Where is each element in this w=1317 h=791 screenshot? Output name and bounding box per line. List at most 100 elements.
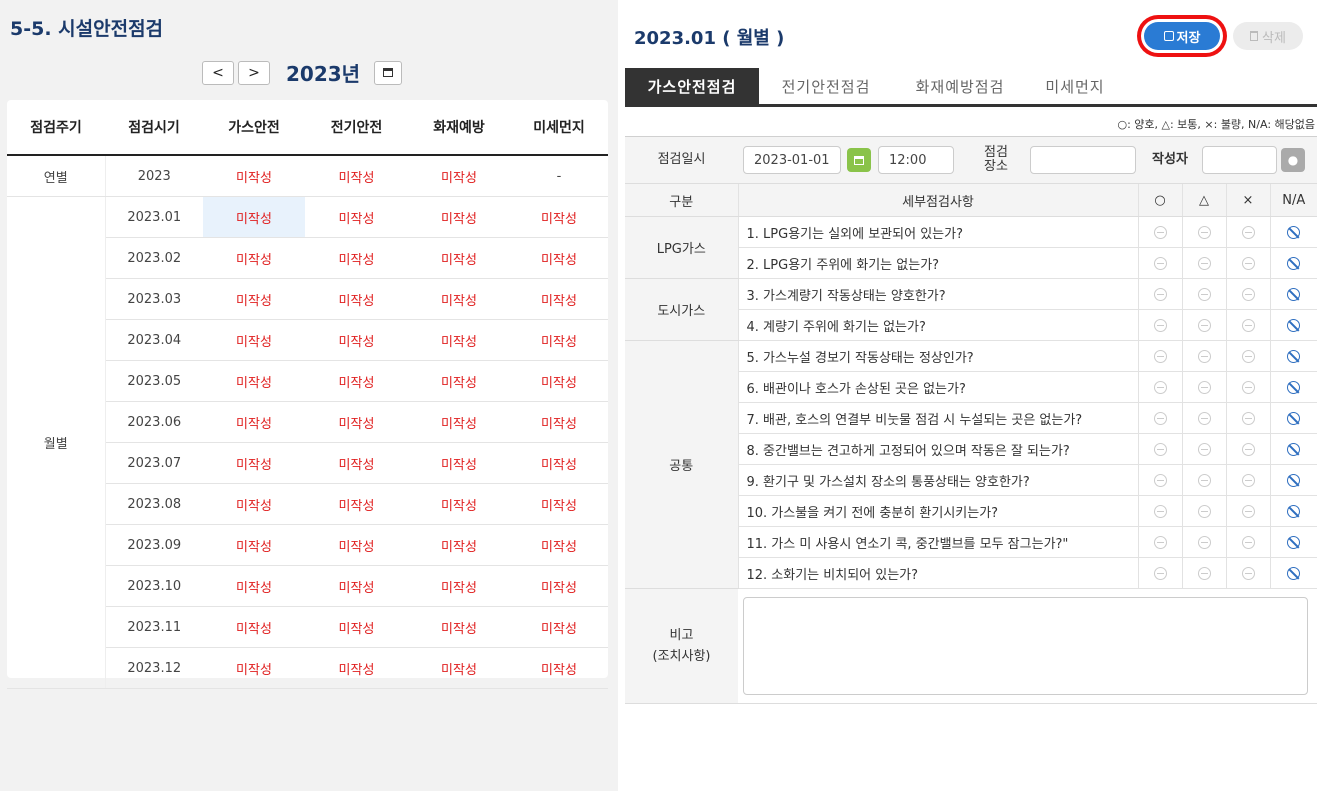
gas-status-cell[interactable]: 미작성 bbox=[203, 155, 305, 197]
rating-fair-radio[interactable] bbox=[1181, 216, 1226, 248]
gas-status-cell[interactable]: 미작성 bbox=[203, 319, 305, 361]
gas-status-cell[interactable]: 미작성 bbox=[203, 524, 305, 566]
electric-status-cell[interactable]: 미작성 bbox=[305, 360, 408, 402]
tab-fire-prevention[interactable]: 화재예방점검 bbox=[893, 68, 1027, 104]
gas-status-cell[interactable]: 미작성 bbox=[203, 565, 305, 607]
fire-status-cell[interactable]: 미작성 bbox=[408, 196, 510, 238]
rating-na-radio[interactable] bbox=[1269, 247, 1317, 279]
fire-status-cell[interactable]: 미작성 bbox=[408, 483, 510, 525]
rating-bad-radio[interactable] bbox=[1225, 278, 1270, 310]
rating-fair-radio[interactable] bbox=[1181, 278, 1226, 310]
rating-na-radio[interactable] bbox=[1269, 278, 1317, 310]
rating-good-radio[interactable] bbox=[1137, 247, 1182, 279]
rating-bad-radio[interactable] bbox=[1225, 526, 1270, 558]
rating-fair-radio[interactable] bbox=[1181, 495, 1226, 527]
year-calendar-button[interactable] bbox=[374, 60, 403, 85]
electric-status-cell[interactable]: 미작성 bbox=[305, 606, 408, 648]
rating-good-radio[interactable] bbox=[1137, 495, 1182, 527]
dust-status-cell[interactable]: 미작성 bbox=[510, 237, 608, 279]
fire-status-cell[interactable]: 미작성 bbox=[408, 237, 510, 279]
gas-status-cell[interactable]: 미작성 bbox=[203, 401, 305, 443]
rating-na-radio[interactable] bbox=[1269, 340, 1317, 372]
date-picker-button[interactable] bbox=[847, 148, 871, 172]
fire-status-cell[interactable]: 미작성 bbox=[408, 565, 510, 607]
rating-na-radio[interactable] bbox=[1269, 526, 1317, 558]
rating-good-radio[interactable] bbox=[1137, 371, 1182, 403]
gas-status-cell[interactable]: 미작성 bbox=[203, 237, 305, 279]
rating-fair-radio[interactable] bbox=[1181, 557, 1226, 589]
fire-status-cell[interactable]: 미작성 bbox=[408, 524, 510, 566]
electric-status-cell[interactable]: 미작성 bbox=[305, 524, 408, 566]
time-field[interactable]: 12:00 bbox=[878, 146, 954, 174]
place-field[interactable] bbox=[1030, 146, 1136, 174]
fire-status-cell[interactable]: 미작성 bbox=[408, 401, 510, 443]
dust-status-cell[interactable]: 미작성 bbox=[510, 606, 608, 648]
delete-button[interactable]: 삭제 bbox=[1233, 22, 1303, 50]
date-field[interactable]: 2023-01-01 bbox=[743, 146, 841, 174]
rating-na-radio[interactable] bbox=[1269, 433, 1317, 465]
electric-status-cell[interactable]: 미작성 bbox=[305, 278, 408, 320]
rating-na-radio[interactable] bbox=[1269, 495, 1317, 527]
rating-good-radio[interactable] bbox=[1137, 557, 1182, 589]
electric-status-cell[interactable]: 미작성 bbox=[305, 442, 408, 484]
electric-status-cell[interactable]: 미작성 bbox=[305, 565, 408, 607]
electric-status-cell[interactable]: 미작성 bbox=[305, 483, 408, 525]
rating-bad-radio[interactable] bbox=[1225, 433, 1270, 465]
rating-bad-radio[interactable] bbox=[1225, 495, 1270, 527]
rating-bad-radio[interactable] bbox=[1225, 557, 1270, 589]
electric-status-cell[interactable]: 미작성 bbox=[305, 401, 408, 443]
rating-fair-radio[interactable] bbox=[1181, 464, 1226, 496]
rating-na-radio[interactable] bbox=[1269, 557, 1317, 589]
gas-status-cell[interactable]: 미작성 bbox=[203, 647, 305, 689]
dust-status-cell[interactable]: 미작성 bbox=[510, 647, 608, 689]
rating-bad-radio[interactable] bbox=[1225, 340, 1270, 372]
rating-na-radio[interactable] bbox=[1269, 402, 1317, 434]
dust-status-cell[interactable]: 미작성 bbox=[510, 524, 608, 566]
gas-status-cell[interactable]: 미작성 bbox=[203, 483, 305, 525]
prev-year-button[interactable]: < bbox=[202, 60, 234, 85]
dust-status-cell[interactable]: 미작성 bbox=[510, 196, 608, 238]
rating-na-radio[interactable] bbox=[1269, 464, 1317, 496]
user-search-icon[interactable]: ● bbox=[1281, 148, 1305, 172]
electric-status-cell[interactable]: 미작성 bbox=[305, 319, 408, 361]
electric-status-cell[interactable]: 미작성 bbox=[305, 155, 408, 197]
writer-field[interactable] bbox=[1202, 146, 1277, 174]
rating-fair-radio[interactable] bbox=[1181, 247, 1226, 279]
dust-status-cell[interactable]: 미작성 bbox=[510, 278, 608, 320]
tab-fine-dust[interactable]: 미세먼지 bbox=[1027, 68, 1123, 104]
fire-status-cell[interactable]: 미작성 bbox=[408, 360, 510, 402]
electric-status-cell[interactable]: 미작성 bbox=[305, 196, 408, 238]
rating-good-radio[interactable] bbox=[1137, 216, 1182, 248]
gas-status-cell[interactable]: 미작성 bbox=[203, 278, 305, 320]
rating-fair-radio[interactable] bbox=[1181, 433, 1226, 465]
rating-good-radio[interactable] bbox=[1137, 278, 1182, 310]
rating-bad-radio[interactable] bbox=[1225, 464, 1270, 496]
rating-bad-radio[interactable] bbox=[1225, 402, 1270, 434]
gas-status-cell[interactable]: 미작성 bbox=[203, 196, 305, 238]
fire-status-cell[interactable]: 미작성 bbox=[408, 319, 510, 361]
rating-na-radio[interactable] bbox=[1269, 216, 1317, 248]
tab-gas-safety[interactable]: 가스안전점검 bbox=[625, 68, 759, 104]
gas-status-cell[interactable]: 미작성 bbox=[203, 606, 305, 648]
rating-good-radio[interactable] bbox=[1137, 340, 1182, 372]
rating-bad-radio[interactable] bbox=[1225, 216, 1270, 248]
gas-status-cell[interactable]: 미작성 bbox=[203, 360, 305, 402]
electric-status-cell[interactable]: 미작성 bbox=[305, 647, 408, 689]
tab-electric-safety[interactable]: 전기안전점검 bbox=[759, 68, 893, 104]
rating-good-radio[interactable] bbox=[1137, 526, 1182, 558]
rating-fair-radio[interactable] bbox=[1181, 402, 1226, 434]
dust-status-cell[interactable]: 미작성 bbox=[510, 565, 608, 607]
rating-fair-radio[interactable] bbox=[1181, 309, 1226, 341]
fire-status-cell[interactable]: 미작성 bbox=[408, 155, 510, 197]
fire-status-cell[interactable]: 미작성 bbox=[408, 442, 510, 484]
save-button[interactable]: 저장 bbox=[1144, 22, 1220, 50]
rating-na-radio[interactable] bbox=[1269, 309, 1317, 341]
dust-status-cell[interactable]: 미작성 bbox=[510, 401, 608, 443]
next-year-button[interactable]: > bbox=[238, 60, 270, 85]
rating-bad-radio[interactable] bbox=[1225, 247, 1270, 279]
remarks-textarea[interactable] bbox=[743, 597, 1308, 695]
dust-status-cell[interactable]: 미작성 bbox=[510, 483, 608, 525]
rating-good-radio[interactable] bbox=[1137, 309, 1182, 341]
rating-fair-radio[interactable] bbox=[1181, 340, 1226, 372]
rating-good-radio[interactable] bbox=[1137, 402, 1182, 434]
